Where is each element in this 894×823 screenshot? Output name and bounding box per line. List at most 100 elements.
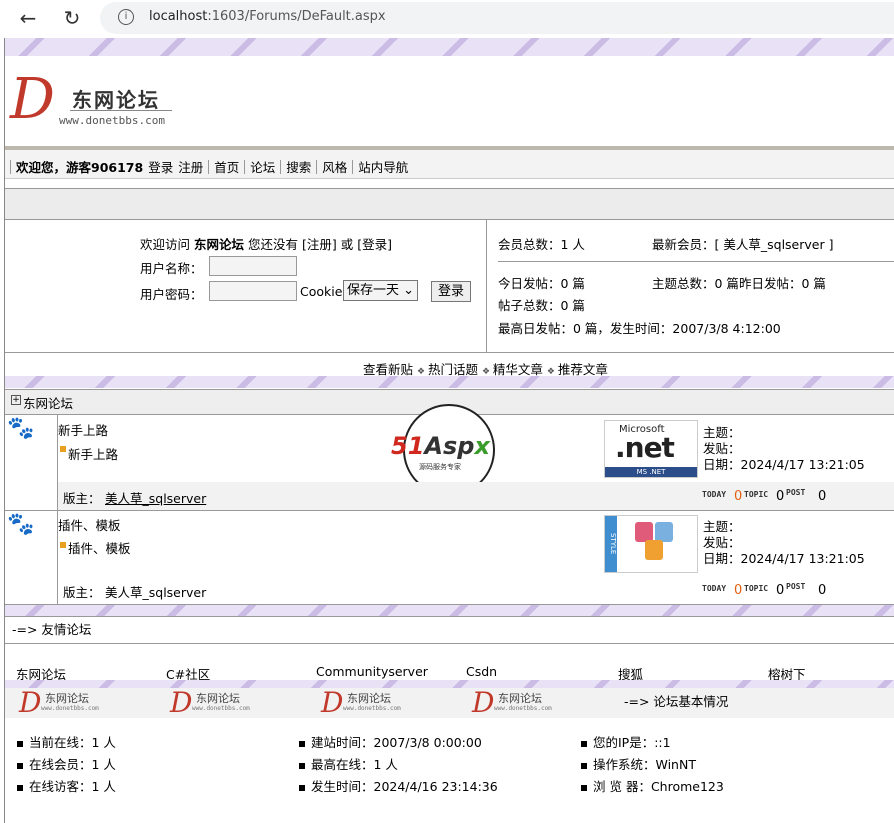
expand-icon[interactable]: + [11, 395, 21, 405]
friend-logo-tile[interactable]: D 东网论坛 www.donetbbs.com [470, 686, 590, 719]
quick-links-bar: 查看新贴 ❖ 热门话题 ❖ 精华文章 ❖ 推荐文章 [5, 352, 894, 377]
bullet-icon [17, 784, 23, 791]
nav-style[interactable]: 风格 [322, 157, 347, 176]
topic-label: TOPIC [744, 490, 769, 499]
paint-cans-icon: STYLE [604, 515, 698, 573]
forum-name[interactable]: 插件、模板 [58, 515, 121, 534]
today-count: 0 [734, 489, 743, 504]
site-title: 东网论坛 [72, 88, 160, 112]
link-hot-topics[interactable]: 热门话题 [428, 362, 478, 377]
info-item: 最高在线：1 人 [299, 754, 398, 773]
decor-stripe [5, 376, 894, 388]
friend-link[interactable]: Communityserver [316, 664, 428, 679]
bullet-icon [17, 762, 23, 769]
friend-logo-tile[interactable]: D 东网论坛 www.donetbbs.com [17, 686, 137, 719]
url-path: :1603/Forums/DeFault.aspx [207, 9, 386, 24]
dotnet-logo-icon: Microsoft .net MS .NET [604, 420, 698, 478]
password-input[interactable] [209, 281, 297, 301]
nav-login-link[interactable]: 登录 [148, 157, 173, 176]
blank-bar [5, 188, 894, 220]
topic-label: TOPIC [744, 584, 769, 593]
cookie-label: Cookie [300, 284, 343, 299]
moderator-label: 版主： [63, 491, 101, 506]
logo-icon: D [19, 686, 42, 719]
basic-info-title: -=> 论坛基本情况 [624, 694, 729, 709]
register-link[interactable]: [注册] [302, 237, 337, 252]
forum-row: 🐾 插件、模板 插件、模板 STYLE 主题： 发贴： 日期：2024/4/17… [5, 510, 894, 605]
topic-count: 0 [776, 489, 785, 504]
reload-icon[interactable]: ↻ [58, 4, 86, 32]
tile-url: www.donetbbs.com [343, 705, 401, 712]
tile-url: www.donetbbs.com [192, 705, 250, 712]
url-text[interactable]: localhost:1603/Forums/DeFault.aspx [149, 9, 386, 24]
moderator-link[interactable]: 美人草_sqlserver [105, 582, 206, 601]
bullet-icon [299, 762, 305, 769]
info-item: 当前在线：1 人 [17, 732, 116, 751]
yesterday-text: 昨日发帖：0 篇 [738, 276, 826, 291]
username-label: 用户名称： [140, 261, 203, 276]
forum-date: 日期：2024/4/17 13:21:05 [703, 457, 865, 472]
cookie-select[interactable]: 保存一天 ⌄ [343, 280, 419, 301]
link-new-posts[interactable]: 查看新贴 [363, 362, 413, 377]
friendly-header: -=> 友情论坛 [5, 616, 894, 644]
tile-url: www.donetbbs.com [494, 705, 552, 712]
tile-name: 东网论坛 [196, 692, 240, 705]
logo-icon: D [321, 686, 344, 719]
forum-footer: 版主： 美人草_sqlserver TODAY 0 TOPIC 0 POST 0 [58, 576, 894, 604]
newest-member-link[interactable]: 美人草_sqlserver [723, 237, 824, 252]
welcome-text: 欢迎您，游客906178 [16, 160, 144, 175]
username-input[interactable] [209, 256, 297, 276]
intro-pre: 欢迎访问 [140, 237, 191, 252]
nav-row: 欢迎您，游客906178 登录 注册 首页 论坛 搜索 风格 站内导航 [10, 157, 408, 176]
stats-panel: 会员总数：1 人 最新会员：[ 美人草_sqlserver ] 今日发帖：0 篇… [487, 220, 894, 352]
login-link[interactable]: [登录] [357, 237, 392, 252]
bullet-icon [581, 784, 587, 791]
friendly-links: 东网论坛 C#社区 Communityserver Csdn 搜狐 榕树下 [5, 660, 894, 682]
nav-search[interactable]: 搜索 [286, 157, 311, 176]
subforum-link[interactable]: 新手上路 [68, 444, 118, 463]
bullet-icon [17, 740, 23, 747]
login-panel: 欢迎访问 东网论坛 您还没有 [注册] 或 [登录] 用户名称： 用户密码： C… [5, 220, 487, 352]
info-icon[interactable]: i [118, 9, 134, 25]
info-item: 浏 览 器：Chrome123 [581, 776, 724, 795]
forum-name[interactable]: 新手上路 [58, 420, 108, 439]
site-url: www.donetbbs.com [59, 114, 165, 127]
intro-mid: 您还没有 [248, 237, 299, 252]
subforum-arrow-icon [60, 542, 66, 548]
back-arrow-icon[interactable]: ← [14, 4, 42, 32]
link-recommended[interactable]: 推荐文章 [558, 362, 608, 377]
topic-count: 0 [776, 583, 785, 598]
link-essence[interactable]: 精华文章 [493, 362, 543, 377]
login-button[interactable]: 登录 [431, 281, 472, 302]
stat-topics: 主题总数：0 篇昨日发帖：0 篇 [652, 273, 826, 292]
friend-link[interactable]: Csdn [466, 664, 497, 679]
forum-row: 🐾 新手上路 新手上路 51Aspx 源码服务专家 Microsoft .net… [5, 404, 894, 511]
post-count: 0 [818, 583, 827, 598]
tile-name: 东网论坛 [347, 692, 391, 705]
newest-label: 最新会员：[ [652, 237, 720, 252]
paw-icon: 🐾 [7, 512, 35, 537]
basic-info-panel: 当前在线：1 人 建站时间：2007/3/8 0:00:00 您的IP是：::1… [5, 722, 894, 822]
subforum-arrow-icon [60, 446, 66, 452]
friend-logo-tile[interactable]: D 东网论坛 www.donetbbs.com [319, 686, 439, 719]
tile-name: 东网论坛 [45, 692, 89, 705]
intro-or: 或 [340, 237, 354, 252]
category-title[interactable]: 东网论坛 [23, 393, 73, 412]
stat-members: 会员总数：1 人 [498, 237, 585, 252]
logo-icon: D [472, 686, 495, 719]
site-logo-icon[interactable]: D [10, 70, 55, 130]
moderator-link[interactable]: 美人草_sqlserver [105, 488, 206, 507]
post-label: POST [786, 488, 806, 497]
logo-icon: D [170, 686, 193, 719]
forum-footer: 版主： 美人草_sqlserver TODAY 0 TOPIC 0 POST 0 [58, 482, 894, 510]
nav-register-link[interactable]: 注册 [178, 157, 203, 176]
nav-home[interactable]: 首页 [214, 157, 239, 176]
bullet-icon [581, 740, 587, 747]
moderator-label: 版主： [63, 585, 101, 600]
password-label: 用户密码： [140, 287, 203, 302]
info-item: 建站时间：2007/3/8 0:00:00 [299, 732, 482, 751]
nav-sitemap[interactable]: 站内导航 [358, 157, 408, 176]
friend-logo-tile[interactable]: D 东网论坛 www.donetbbs.com [168, 686, 288, 719]
nav-forum[interactable]: 论坛 [250, 157, 275, 176]
subforum-link[interactable]: 插件、模板 [68, 538, 131, 557]
